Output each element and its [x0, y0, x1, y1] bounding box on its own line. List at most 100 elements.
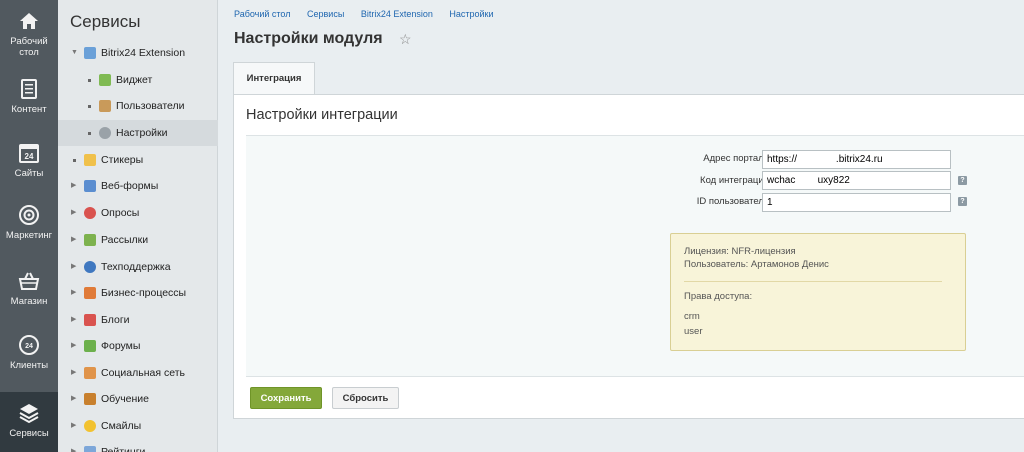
- collapsed-arrow-icon[interactable]: ▶: [71, 227, 76, 253]
- collapsed-arrow-icon[interactable]: ▶: [71, 307, 76, 333]
- sidebar-item-users[interactable]: Пользователи: [58, 93, 218, 119]
- integration-code-input[interactable]: [762, 171, 951, 190]
- sidebar-item-label: Форумы: [101, 340, 141, 352]
- sidebar-item-social-network[interactable]: ▶ Социальная сеть: [58, 360, 218, 386]
- target-icon: [19, 205, 39, 225]
- home-icon: [20, 13, 38, 29]
- breadcrumb-link[interactable]: Сервисы: [307, 9, 344, 19]
- rail-item-content[interactable]: Контент: [0, 78, 58, 115]
- sticker-icon: [84, 154, 96, 166]
- sidebar-item-forums[interactable]: ▶ Форумы: [58, 333, 218, 359]
- portal-address-label: Адрес портала: [703, 153, 769, 164]
- rail-item-sites[interactable]: 24 Сайты: [0, 142, 58, 179]
- sidebar-item-mailings[interactable]: ▶ Рассылки: [58, 227, 218, 253]
- breadcrumb-link[interactable]: Настройки: [449, 9, 493, 19]
- portal-address-input[interactable]: [762, 150, 951, 169]
- headset-icon: [84, 261, 96, 273]
- rail-label: Магазин: [10, 296, 48, 307]
- settings-form: Адрес портала Код интеграции ? ID пользо…: [246, 135, 1024, 377]
- tab-integration[interactable]: Интеграция: [233, 62, 315, 94]
- sidebar-item-bitrix24-extension[interactable]: ▼ Bitrix24 Extension: [58, 40, 218, 66]
- collapsed-arrow-icon[interactable]: ▶: [71, 254, 76, 280]
- sidebar-item-stickers[interactable]: Стикеры: [58, 147, 218, 173]
- divider: [684, 281, 942, 282]
- process-icon: [84, 287, 96, 299]
- star-icon[interactable]: ☆: [399, 31, 412, 48]
- widget-icon: [99, 74, 111, 86]
- collapsed-arrow-icon[interactable]: ▶: [71, 413, 76, 439]
- sidebar-item-label: Опросы: [101, 207, 140, 219]
- license-user-line: Пользователь: Артамонов Денис: [684, 259, 829, 270]
- rail-label: Клиенты: [9, 360, 49, 371]
- rail-label: Рабочий: [10, 36, 48, 47]
- sidebar-item-ratings[interactable]: ▶ Рейтинги: [58, 439, 218, 452]
- access-rights-title: Права доступа:: [684, 291, 753, 302]
- page-title: Настройки модуля: [234, 30, 383, 47]
- sidebar-item-smileys[interactable]: ▶ Смайлы: [58, 413, 218, 439]
- sidebar-item-label: Пользователи: [116, 100, 185, 112]
- sidebar: Сервисы ▼ Bitrix24 Extension Виджет Поль…: [58, 0, 218, 452]
- user-id-label: ID пользователя: [696, 196, 769, 207]
- save-button[interactable]: Сохранить: [250, 387, 322, 409]
- sidebar-item-support[interactable]: ▶ Техподдержка: [58, 254, 218, 280]
- people-icon: [84, 367, 96, 379]
- rail-label: Сервисы: [9, 428, 49, 439]
- sidebar-item-label: Техподдержка: [101, 261, 171, 273]
- help-icon[interactable]: ?: [958, 197, 967, 206]
- sidebar-item-settings[interactable]: Настройки: [58, 120, 218, 146]
- collapsed-arrow-icon[interactable]: ▶: [71, 386, 76, 412]
- license-info-box: Лицензия: NFR-лицензия Пользователь: Арт…: [670, 233, 966, 351]
- rail-item-clients[interactable]: 24 Клиенты: [0, 334, 58, 371]
- collapsed-arrow-icon[interactable]: ▶: [71, 280, 76, 306]
- panel-title: Настройки интеграции: [246, 107, 398, 123]
- access-right-item: user: [684, 326, 703, 337]
- sidebar-item-label: Рассылки: [101, 234, 149, 246]
- rail-item-desktop[interactable]: Рабочий стол: [0, 10, 58, 58]
- bullet-icon: [88, 132, 91, 135]
- rail-label: Контент: [11, 104, 47, 115]
- license-line: Лицензия: NFR-лицензия: [684, 246, 796, 257]
- help-icon[interactable]: ?: [958, 176, 967, 185]
- envelope-icon: [84, 234, 96, 246]
- pencil-icon: [84, 314, 96, 326]
- rail-item-shop[interactable]: Магазин: [0, 270, 58, 307]
- layers-icon: [19, 404, 39, 424]
- clients-24-icon: 24: [19, 335, 39, 355]
- collapsed-arrow-icon[interactable]: ▶: [71, 173, 76, 199]
- breadcrumb: Рабочий стол Сервисы Bitrix24 Extension …: [234, 9, 508, 19]
- sidebar-item-blogs[interactable]: ▶ Блоги: [58, 307, 218, 333]
- breadcrumb-link[interactable]: Bitrix24 Extension: [361, 9, 433, 19]
- sidebar-item-web-forms[interactable]: ▶ Веб-формы: [58, 173, 218, 199]
- sidebar-item-label: Бизнес-процессы: [101, 287, 187, 299]
- collapsed-arrow-icon[interactable]: ▶: [71, 360, 76, 386]
- sidebar-item-label: Стикеры: [101, 154, 144, 166]
- sidebar-item-label: Настройки: [116, 127, 168, 139]
- user-id-input[interactable]: [762, 193, 951, 212]
- form-icon: [84, 180, 96, 192]
- rail-item-services[interactable]: Сервисы: [0, 392, 58, 452]
- breadcrumb-link[interactable]: Рабочий стол: [234, 9, 291, 19]
- calendar-24-icon: 24: [19, 144, 39, 163]
- collapsed-arrow-icon[interactable]: ▶: [71, 333, 76, 359]
- sidebar-item-label: Обучение: [101, 393, 150, 405]
- sidebar-item-widget[interactable]: Виджет: [58, 67, 218, 93]
- document-icon: [21, 79, 37, 99]
- rail-item-marketing[interactable]: Маркетинг: [0, 204, 58, 241]
- sidebar-title: Сервисы: [70, 12, 141, 31]
- sidebar-item-polls[interactable]: ▶ Опросы: [58, 200, 218, 226]
- rail-label: стол: [19, 47, 39, 58]
- book-icon: [84, 393, 96, 405]
- sidebar-item-business-processes[interactable]: ▶ Бизнес-процессы: [58, 280, 218, 306]
- chat-icon: [84, 340, 96, 352]
- collapsed-arrow-icon[interactable]: ▶: [71, 200, 76, 226]
- collapsed-arrow-icon[interactable]: ▶: [71, 439, 76, 452]
- bullet-icon: [73, 159, 76, 162]
- bullet-icon: [88, 105, 91, 108]
- sidebar-item-label: Веб-формы: [101, 180, 159, 192]
- sidebar-item-label: Bitrix24 Extension: [101, 47, 186, 59]
- pie-chart-icon: [84, 207, 96, 219]
- reset-button[interactable]: Сбросить: [332, 387, 399, 409]
- expanded-arrow-icon[interactable]: ▼: [71, 40, 78, 66]
- sidebar-item-learning[interactable]: ▶ Обучение: [58, 386, 218, 412]
- sidebar-item-label: Виджет: [116, 74, 153, 86]
